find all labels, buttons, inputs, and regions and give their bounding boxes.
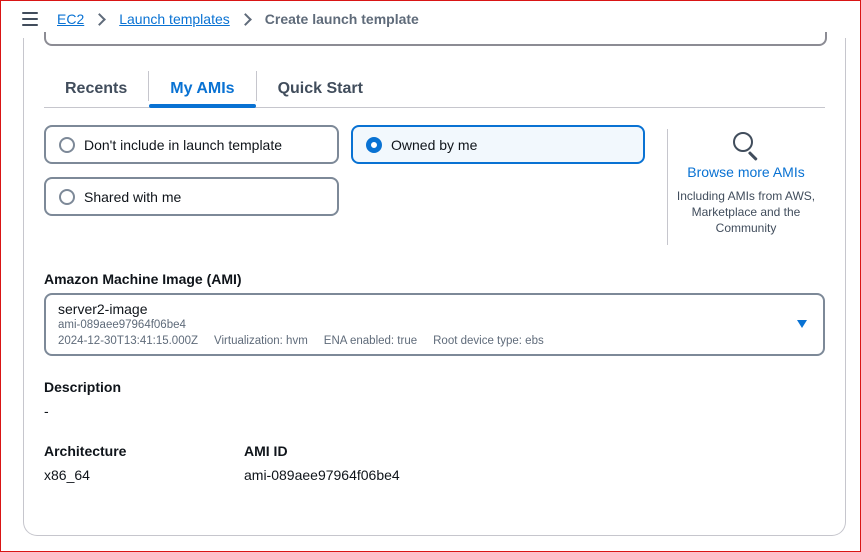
browse-more-amis-link[interactable]: Browse more AMIs [676, 164, 816, 180]
hamburger-menu-icon[interactable] [22, 12, 38, 26]
ami-selection-panel: Recents My AMIs Quick Start Don't includ… [23, 32, 846, 536]
ami-root-device: Root device type: ebs [433, 335, 544, 347]
previous-field-edge [44, 32, 827, 46]
breadcrumb-current: Create launch template [264, 11, 419, 27]
search-icon[interactable] [731, 130, 761, 161]
ami-source-tabs: Recents My AMIs Quick Start [44, 70, 825, 108]
chevron-right-icon [238, 12, 252, 26]
radio-label: Don't include in launch template [84, 136, 283, 153]
caret-down-icon[interactable] [797, 320, 807, 328]
ami-id-subtext: ami-089aee97964f06be4 [58, 319, 186, 331]
tab-quick-start[interactable]: Quick Start [257, 70, 384, 107]
description-label: Description [44, 379, 122, 395]
chevron-right-icon [93, 12, 107, 26]
architecture-value: x86_64 [44, 467, 90, 483]
ami-metadata: 2024-12-30T13:41:15.000Z Virtualization:… [58, 333, 811, 349]
browse-description: Including AMIs from AWS, Marketplace and… [676, 189, 816, 235]
radio-label: Shared with me [84, 188, 182, 205]
radio-tile-owned-by-me[interactable]: Owned by me [351, 125, 645, 164]
radio-tile-shared-with-me[interactable]: Shared with me [44, 177, 339, 216]
ami-created-date: 2024-12-30T13:41:15.000Z [58, 335, 199, 347]
ami-id-label: AMI ID [244, 443, 288, 459]
ami-label: Amazon Machine Image (AMI) [44, 271, 242, 287]
ami-ena-enabled: ENA enabled: true [323, 335, 418, 347]
ami-name: server2-image [58, 301, 148, 317]
radio-button[interactable] [59, 136, 75, 153]
radio-button[interactable] [59, 188, 75, 205]
radio-tile-dont-include[interactable]: Don't include in launch template [44, 125, 339, 164]
ami-id-value: ami-089aee97964f06be4 [244, 467, 400, 483]
browse-more-amis: Browse more AMIs Including AMIs from AWS… [676, 130, 816, 236]
radio-label: Owned by me [391, 136, 478, 153]
breadcrumb: EC2 Launch templates Create launch templ… [57, 11, 419, 27]
breadcrumb-ec2[interactable]: EC2 [57, 11, 84, 27]
tab-recents[interactable]: Recents [44, 70, 148, 107]
architecture-label: Architecture [44, 443, 127, 459]
description-value: - [44, 403, 49, 419]
tab-my-amis[interactable]: My AMIs [149, 70, 256, 108]
ami-select[interactable]: server2-image ami-089aee97964f06be4 2024… [44, 293, 825, 356]
vertical-divider [667, 129, 668, 245]
ami-virtualization: Virtualization: hvm [214, 335, 308, 347]
breadcrumb-launch-templates[interactable]: Launch templates [119, 11, 230, 27]
radio-button-checked[interactable] [366, 136, 382, 153]
